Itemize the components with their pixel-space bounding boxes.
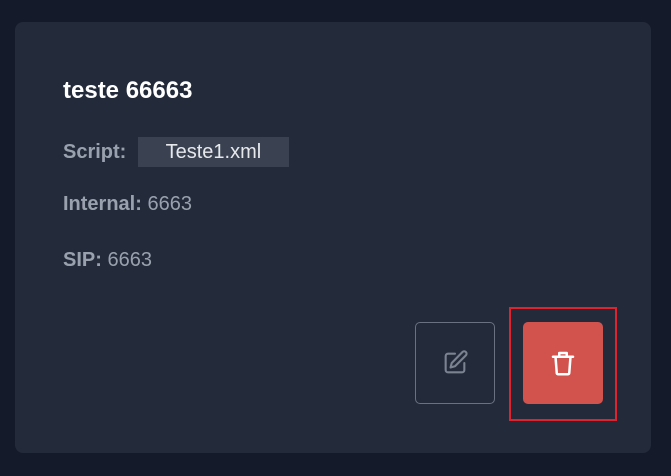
script-value: Teste1.xml <box>137 137 289 167</box>
sip-row: SIP: 6663 <box>63 246 152 274</box>
card-title: teste 66663 <box>63 77 193 104</box>
sip-value: 6663 <box>107 249 152 271</box>
internal-value: 6663 <box>147 193 192 215</box>
internal-row: Internal: 6663 <box>63 190 192 218</box>
sip-label: SIP: <box>63 249 102 271</box>
trash-icon <box>551 351 575 376</box>
script-row: Script: Teste1.xml <box>63 137 289 167</box>
edit-icon <box>444 350 468 374</box>
edit-button[interactable] <box>415 322 495 404</box>
internal-label: Internal: <box>63 193 142 215</box>
delete-button[interactable] <box>523 322 603 404</box>
extension-card: teste 66663 Script: Teste1.xml Internal:… <box>15 22 651 453</box>
script-label: Script: <box>63 141 127 163</box>
